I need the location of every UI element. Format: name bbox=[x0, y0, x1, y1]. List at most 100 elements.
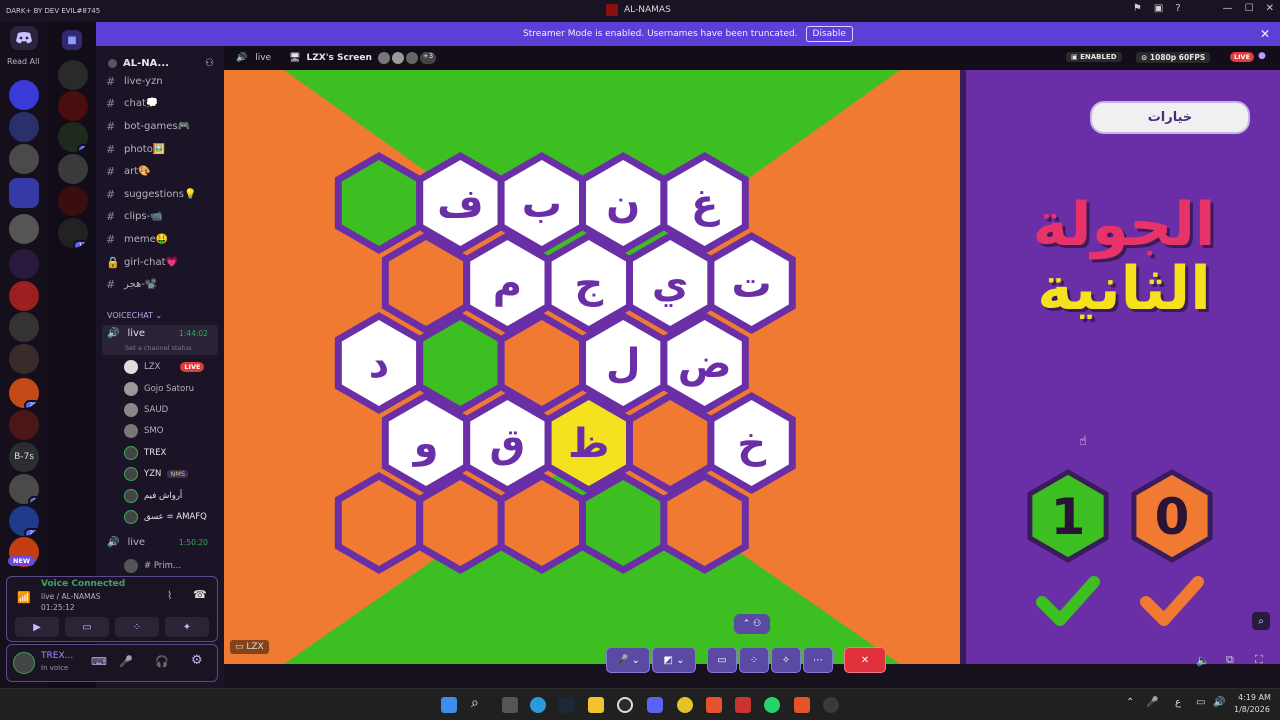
volume-icon[interactable]: 🔈 bbox=[1196, 654, 1210, 667]
language-indicator[interactable]: ع bbox=[1175, 697, 1181, 708]
channel-bot-games[interactable]: # bot-games🎮 bbox=[106, 120, 190, 133]
github-icon[interactable] bbox=[823, 697, 839, 713]
options-button[interactable]: خيارات bbox=[1090, 101, 1250, 134]
server-icon-3[interactable] bbox=[9, 144, 39, 174]
network-icon[interactable]: ▭ bbox=[1196, 697, 1205, 708]
channel-meme[interactable]: # meme🤑 bbox=[106, 233, 168, 246]
noise-suppression-icon[interactable]: ⌇ bbox=[167, 589, 172, 602]
activities-button[interactable]: ⁘ bbox=[115, 617, 159, 637]
server-icon-c2-6[interactable]: 12 bbox=[58, 218, 88, 248]
channel-hajar[interactable]: # هجر-📽️ bbox=[106, 278, 157, 291]
chat-icon[interactable]: ● bbox=[1258, 51, 1266, 61]
activity-button[interactable]: ⁘ bbox=[739, 647, 769, 673]
server-folder-icon[interactable] bbox=[9, 178, 39, 208]
volume-tray-icon[interactable]: 🔊 bbox=[1213, 697, 1225, 708]
steam-icon[interactable] bbox=[558, 697, 574, 713]
discord-home-button[interactable] bbox=[10, 26, 38, 50]
quality-badge[interactable]: ⊙ 1080p 60FPS bbox=[1136, 52, 1211, 63]
voice-channel-live-2[interactable]: 🔊 live 1:50:20 bbox=[107, 537, 208, 548]
server-icon-c2-3[interactable]: 6 bbox=[58, 122, 88, 152]
chrome-icon[interactable] bbox=[677, 697, 693, 713]
server-icon-14[interactable]: 24 bbox=[9, 506, 39, 536]
voice-category[interactable]: VOICECHAT ⌄ bbox=[107, 311, 162, 320]
help-icon[interactable]: ? bbox=[1175, 3, 1180, 14]
voice-user[interactable]: LZX LIVE bbox=[124, 360, 205, 374]
avatar[interactable] bbox=[13, 652, 35, 674]
voice-connected-channel[interactable]: live / AL-NAMAS bbox=[41, 592, 101, 601]
soundboard-control-button[interactable]: ✧ bbox=[771, 647, 801, 673]
brave-icon[interactable] bbox=[706, 697, 722, 713]
edge-browser-icon[interactable] bbox=[530, 697, 546, 713]
voice-user[interactable]: YZN NMS bbox=[124, 467, 188, 481]
folder-icon[interactable]: ■ bbox=[62, 30, 82, 50]
maximize-icon[interactable]: ☐ bbox=[1245, 3, 1254, 14]
stream-viewport[interactable]: فبن غ م ج يت د لض و قظ خ 1 0 خيارات الجولة الثانية… bbox=[224, 70, 1280, 664]
voice-user[interactable]: SMO bbox=[124, 424, 163, 438]
close-icon[interactable]: ✕ bbox=[1266, 3, 1274, 14]
channel-chat[interactable]: # chat💭 bbox=[106, 97, 158, 110]
start-icon[interactable] bbox=[441, 697, 457, 713]
server-icon-b7s[interactable]: B-7s bbox=[9, 442, 39, 472]
channel-photo[interactable]: # photo🖼️ bbox=[106, 143, 165, 156]
hex-cell[interactable] bbox=[497, 471, 586, 575]
disable-streamer-mode-button[interactable]: Disable bbox=[805, 26, 853, 42]
inbox-icon[interactable]: ▣ bbox=[1154, 3, 1163, 14]
voice-user[interactable]: TREX bbox=[124, 446, 166, 460]
server-icon-c2-2[interactable] bbox=[58, 91, 88, 121]
stream-channel-name[interactable]: live bbox=[255, 53, 271, 63]
xbox-icon[interactable] bbox=[617, 697, 633, 713]
hex-cell[interactable] bbox=[334, 151, 424, 255]
channel-suggestions[interactable]: # suggestions💡 bbox=[106, 188, 196, 201]
zoom-icon[interactable]: ⌕ bbox=[1252, 612, 1270, 630]
popout-icon[interactable]: ⧉ bbox=[1226, 653, 1234, 667]
hex-cell[interactable] bbox=[579, 471, 668, 575]
clock-time[interactable]: 4:19 AM bbox=[1238, 693, 1271, 702]
whatsapp-icon[interactable] bbox=[764, 697, 780, 713]
voice-channel-live[interactable]: 🔊 live 1:44:02 bbox=[107, 328, 208, 339]
voice-user[interactable]: # Prim... bbox=[124, 559, 181, 573]
close-icon[interactable]: ✕ bbox=[1260, 27, 1270, 41]
mute-toggle-button[interactable]: 🎤 ⌄ bbox=[606, 647, 650, 673]
task-view-icon[interactable] bbox=[502, 697, 518, 713]
camera-button[interactable]: ▶ bbox=[15, 617, 59, 637]
voice-user[interactable]: أرواش فيم bbox=[124, 489, 182, 503]
channel-art[interactable]: # art🎨 bbox=[106, 165, 151, 178]
share-screen-button[interactable]: ▭ bbox=[707, 647, 737, 673]
hex-cell[interactable] bbox=[416, 471, 505, 575]
leave-call-button[interactable]: ✕ bbox=[844, 647, 886, 673]
server-icon-c2-1[interactable] bbox=[58, 60, 88, 90]
server-icon-5[interactable] bbox=[9, 214, 39, 244]
settings-gear-icon[interactable]: ⚙ bbox=[191, 653, 203, 668]
gamepad-icon[interactable]: ⌨ bbox=[91, 655, 107, 668]
server-icon-krm[interactable] bbox=[9, 281, 39, 311]
screen-share-button[interactable]: ▭ bbox=[65, 617, 109, 637]
server-icon-c2-5[interactable] bbox=[58, 186, 88, 216]
discord-taskbar-icon[interactable] bbox=[647, 697, 663, 713]
file-explorer-icon[interactable] bbox=[588, 697, 604, 713]
minimize-icon[interactable]: — bbox=[1223, 3, 1233, 14]
read-all-button[interactable]: Read All bbox=[7, 57, 40, 66]
server-icon-11[interactable] bbox=[9, 410, 39, 440]
channel-live-yzn[interactable]: # live-yzn bbox=[106, 75, 163, 88]
tray-mic-icon[interactable]: 🎤 bbox=[1146, 697, 1158, 708]
channel-girl-chat[interactable]: 🔒 girl-chat💗 bbox=[106, 256, 178, 269]
hex-cell[interactable] bbox=[334, 471, 424, 575]
soundboard-button[interactable]: ✦ bbox=[165, 617, 209, 637]
server-icon-6[interactable] bbox=[9, 249, 39, 279]
app-icon-media[interactable] bbox=[735, 697, 751, 713]
voice-user[interactable]: عسق = AMAFQ bbox=[124, 510, 207, 524]
server-icon-8[interactable] bbox=[9, 312, 39, 342]
hex-cell[interactable] bbox=[660, 471, 749, 575]
server-icon-oxa[interactable] bbox=[9, 80, 39, 110]
more-options-button[interactable]: ⋯ bbox=[803, 647, 833, 673]
headphones-icon[interactable]: 🎧 bbox=[155, 655, 169, 668]
add-member-icon[interactable]: ⚇ bbox=[205, 58, 214, 69]
microphone-icon[interactable]: 🎤 bbox=[119, 655, 133, 668]
flag-icon[interactable]: ⚑ bbox=[1133, 3, 1142, 14]
disconnect-icon[interactable]: ☎ bbox=[193, 588, 207, 601]
voice-user[interactable]: SAUD bbox=[124, 403, 168, 417]
server-icon-13[interactable]: 1 bbox=[9, 474, 39, 504]
tray-chevron-icon[interactable]: ⌃ bbox=[1126, 697, 1134, 708]
camera-toggle-button[interactable]: ◩ ⌄ bbox=[652, 647, 696, 673]
viewer-avatars[interactable]: +3 bbox=[377, 52, 437, 64]
